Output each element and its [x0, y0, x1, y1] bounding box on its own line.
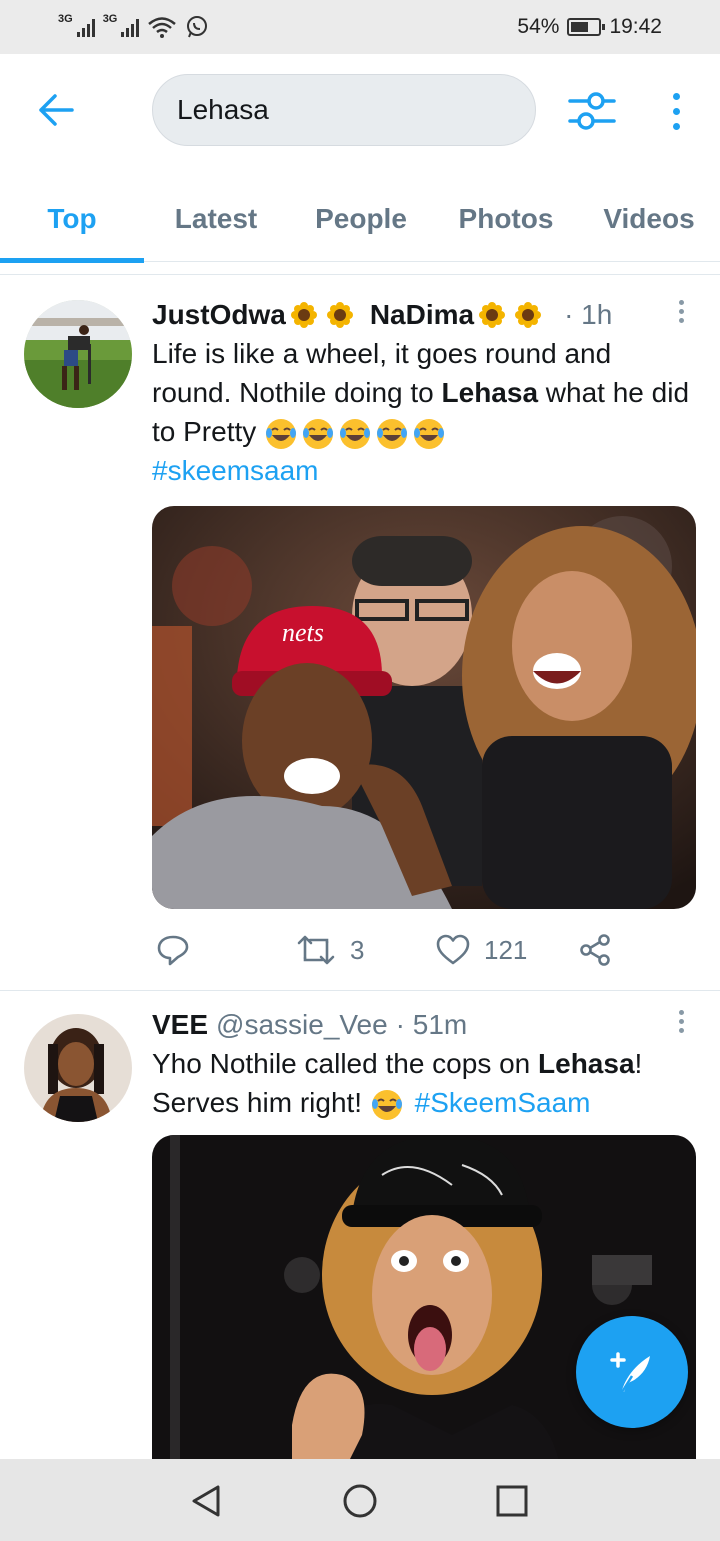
battery-percent: 54%	[517, 15, 560, 38]
laughing-emoji-icon	[264, 417, 298, 451]
like-button[interactable]: 121	[436, 934, 527, 966]
laughing-emoji-icon	[370, 1088, 404, 1122]
reply-button[interactable]	[156, 933, 190, 967]
sunflower-icon	[289, 300, 319, 330]
compose-tweet-button[interactable]	[576, 1316, 688, 1428]
battery-icon	[567, 18, 606, 36]
sliders-icon	[568, 92, 616, 130]
clock: 19:42	[609, 15, 662, 38]
compose-feather-icon	[610, 1352, 650, 1393]
tweet-image[interactable]: nets	[152, 506, 696, 909]
tweet-header: VEE @sassie_Vee · 51m	[152, 1006, 697, 1044]
status-icons-right: 54% 19:42	[517, 15, 662, 39]
whatsapp-icon	[187, 16, 208, 38]
laughing-emoji-icon	[338, 417, 372, 451]
search-input[interactable]: Lehasa	[152, 74, 536, 146]
retweet-count: 3	[350, 934, 365, 965]
like-count: 121	[484, 934, 528, 965]
status-bar: 3G 3G 54% 19:42	[0, 0, 720, 54]
tweet-divider	[0, 990, 720, 991]
tweet-time: · 51m	[395, 1009, 468, 1040]
arrow-left-icon	[39, 94, 74, 126]
emoji-laughing-group	[264, 416, 449, 449]
display-name-part[interactable]: NaDima	[370, 296, 474, 334]
search-filter-button[interactable]	[566, 86, 618, 136]
tweet[interactable]: JustOdwa NaDima · 1h Life is like a whee…	[0, 296, 720, 990]
nav-home-button[interactable]	[338, 1479, 382, 1523]
tweet-time: · 1h	[564, 299, 613, 330]
hashtag-link[interactable]: #skeemsaam	[152, 451, 697, 490]
nav-recents-button[interactable]	[490, 1479, 534, 1523]
vertical-dots-icon	[678, 300, 684, 305]
status-icons-left: 3G 3G	[58, 13, 209, 39]
laughing-emoji-icon	[412, 417, 446, 451]
network-type-1: 3G	[58, 13, 73, 25]
share-button[interactable]	[578, 933, 612, 967]
system-navigation-bar	[0, 1459, 720, 1541]
tab-photos[interactable]: Photos	[434, 176, 578, 262]
tab-latest[interactable]: Latest	[144, 176, 288, 262]
nav-back-button[interactable]	[184, 1479, 228, 1523]
tweet-menu-button[interactable]	[674, 300, 688, 328]
network-type-2: 3G	[102, 13, 118, 25]
tweet-actions: 3 121	[152, 930, 632, 970]
sunflower-icon	[325, 300, 355, 330]
triangle-back-icon	[192, 1485, 220, 1517]
sunflower-icon	[513, 300, 543, 330]
signal-icon	[121, 17, 140, 37]
share-icon	[580, 934, 610, 966]
avatar[interactable]	[24, 300, 132, 408]
tweet-content: VEE @sassie_Vee · 51m Yho Nothile called…	[152, 1006, 697, 1122]
tab-top[interactable]: Top	[0, 176, 144, 263]
reply-icon	[157, 935, 189, 966]
user-handle[interactable]: @sassie_Vee	[216, 1006, 388, 1044]
search-query: Lehasa	[177, 94, 269, 125]
back-button[interactable]	[34, 88, 78, 132]
sunflower-icon	[477, 300, 507, 330]
display-name[interactable]: VEE	[152, 1006, 208, 1044]
retweet-button[interactable]: 3	[296, 934, 364, 966]
tweet-content: JustOdwa NaDima · 1h Life is like a whee…	[152, 296, 697, 490]
more-options-button[interactable]	[660, 86, 692, 136]
display-name[interactable]: JustOdwa	[152, 296, 286, 334]
tab-people[interactable]: People	[288, 176, 434, 262]
square-recents-icon	[496, 1485, 528, 1517]
retweet-icon	[297, 935, 335, 965]
avatar[interactable]	[24, 1014, 132, 1122]
signal-icon	[76, 17, 95, 37]
search-tabs: Top Latest People Photos Videos	[0, 176, 720, 263]
vertical-dots-icon	[672, 92, 680, 100]
hashtag-link[interactable]: #SkeemSaam	[415, 1087, 591, 1118]
tab-videos[interactable]: Videos	[578, 176, 720, 262]
search-header: Lehasa	[0, 54, 720, 166]
tweet-text-part: Yho Nothile called the cops on	[152, 1048, 539, 1079]
tweet-text: Yho Nothile called the cops on Lehasa! S…	[152, 1044, 697, 1122]
laughing-emoji-icon	[301, 417, 335, 451]
search-highlight: Lehasa	[538, 1048, 635, 1079]
vertical-dots-icon	[678, 1010, 684, 1015]
laughing-emoji-icon	[375, 417, 409, 451]
tweet-text: Life is like a wheel, it goes round and …	[152, 334, 697, 490]
tweet-menu-button[interactable]	[674, 1010, 688, 1038]
search-highlight: Lehasa	[441, 377, 539, 408]
circle-home-icon	[343, 1484, 377, 1518]
svg-text:nets: nets	[282, 618, 324, 647]
tabs-divider	[0, 274, 720, 275]
wifi-icon	[148, 17, 177, 38]
tweet-header: JustOdwa NaDima · 1h	[152, 296, 697, 334]
heart-icon	[436, 934, 470, 965]
